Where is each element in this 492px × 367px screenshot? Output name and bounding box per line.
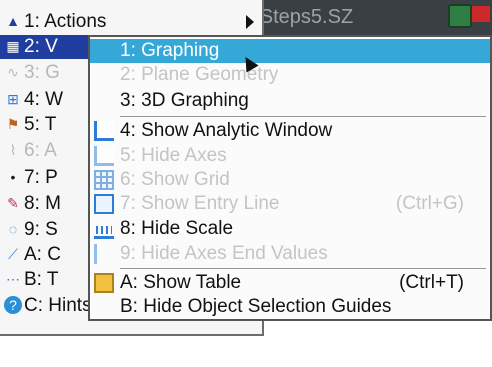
measure-icon: ✎ xyxy=(7,195,19,211)
submenu-item-graphing[interactable]: 1: Graphing xyxy=(90,39,490,63)
submenu-item-label: 4: Show Analytic Window xyxy=(120,120,333,141)
submenu-item-label: 8: Hide Scale xyxy=(120,218,234,239)
submenu-item-label: 1: Graphing xyxy=(120,40,220,61)
scale-icon xyxy=(94,219,114,239)
submenu-item-label: 7: Show Entry Line xyxy=(120,193,280,214)
menu-item-label: 8: M xyxy=(24,193,61,214)
menu-item-actions[interactable]: ▲ 1: Actions xyxy=(0,10,262,34)
grid-icon xyxy=(94,170,114,190)
shapes-icon: ◌ xyxy=(8,221,18,237)
view-submenu: 1: Graphing 2: Plane Geometry 3: 3D Grap… xyxy=(88,35,492,321)
document-title: *Steps5.SZ xyxy=(252,6,354,28)
submenu-item-plane-geometry[interactable]: 2: Plane Geometry xyxy=(90,63,490,87)
menu-item-label: B: T xyxy=(24,269,59,290)
submenu-item-hide-axes[interactable]: 5: Hide Axes xyxy=(90,144,490,168)
submenu-item-hide-axes-end-values[interactable]: 9: Hide Axes End Values xyxy=(90,242,490,266)
submenu-item-label: 5: Hide Axes xyxy=(120,145,227,166)
trace-icon: ⚑ xyxy=(6,116,20,132)
menu-item-label: 2: V xyxy=(24,36,58,57)
submenu-item-label: 9: Hide Axes End Values xyxy=(120,243,328,264)
axes-icon xyxy=(94,121,114,141)
hint-icon: ? xyxy=(4,296,22,314)
chevron-right-icon xyxy=(246,15,254,29)
submenu-item-hide-object-selection-guides[interactable]: B: Hide Object Selection Guides xyxy=(90,295,490,319)
submenu-item-show-grid[interactable]: 6: Show Grid xyxy=(90,168,490,192)
submenu-item-show-analytic-window[interactable]: 4: Show Analytic Window xyxy=(90,119,490,143)
submenu-item-label: B: Hide Object Selection Guides xyxy=(120,296,392,317)
table-icon xyxy=(94,273,114,293)
separator xyxy=(120,116,486,117)
menu-item-label: A: C xyxy=(24,244,61,265)
menu-item-label: 6: A xyxy=(24,140,57,161)
submenu-item-label: 3: 3D Graphing xyxy=(120,90,249,111)
submenu-item-hide-scale[interactable]: 8: Hide Scale xyxy=(90,217,490,241)
transform-icon: ⋯ xyxy=(6,271,20,287)
submenu-item-label: 6: Show Grid xyxy=(120,169,230,190)
menu-item-label: C: Hints xyxy=(24,295,92,316)
shortcut-label: (Ctrl+G) xyxy=(395,193,464,214)
menu-item-label: 4: W xyxy=(24,89,64,110)
points-icon: • xyxy=(10,169,16,185)
menu-item-label: 7: P xyxy=(24,167,58,188)
submenu-item-label: A: Show Table xyxy=(120,272,242,293)
menu-item-label: 9: S xyxy=(24,219,58,240)
cursor-icon: ▲ xyxy=(6,13,20,29)
construct-icon: ⟋ xyxy=(8,246,18,262)
shortcut-label: (Ctrl+T) xyxy=(399,272,464,293)
submenu-item-3d-graphing[interactable]: 3: 3D Graphing xyxy=(90,89,490,113)
analyze-icon: ⌇ xyxy=(9,142,17,158)
entry-line-icon xyxy=(94,194,114,214)
hide-axes-icon xyxy=(94,146,114,166)
submenu-item-show-entry-line[interactable]: 7: Show Entry Line (Ctrl+G) xyxy=(90,192,490,216)
graph-type-icon: ∿ xyxy=(7,64,19,80)
menu-item-label: 5: T xyxy=(24,114,57,135)
battery-icon xyxy=(472,6,490,22)
axes-end-values-icon xyxy=(94,244,114,264)
menu-item-label: 1: Actions xyxy=(24,11,107,32)
view-icon: ▦ xyxy=(6,38,20,54)
window-icon: ⊞ xyxy=(7,91,19,107)
document-icon[interactable] xyxy=(448,4,472,28)
submenu-item-show-table[interactable]: A: Show Table (Ctrl+T) xyxy=(90,271,490,295)
separator xyxy=(120,268,486,269)
menu-item-label: 3: G xyxy=(24,62,60,83)
